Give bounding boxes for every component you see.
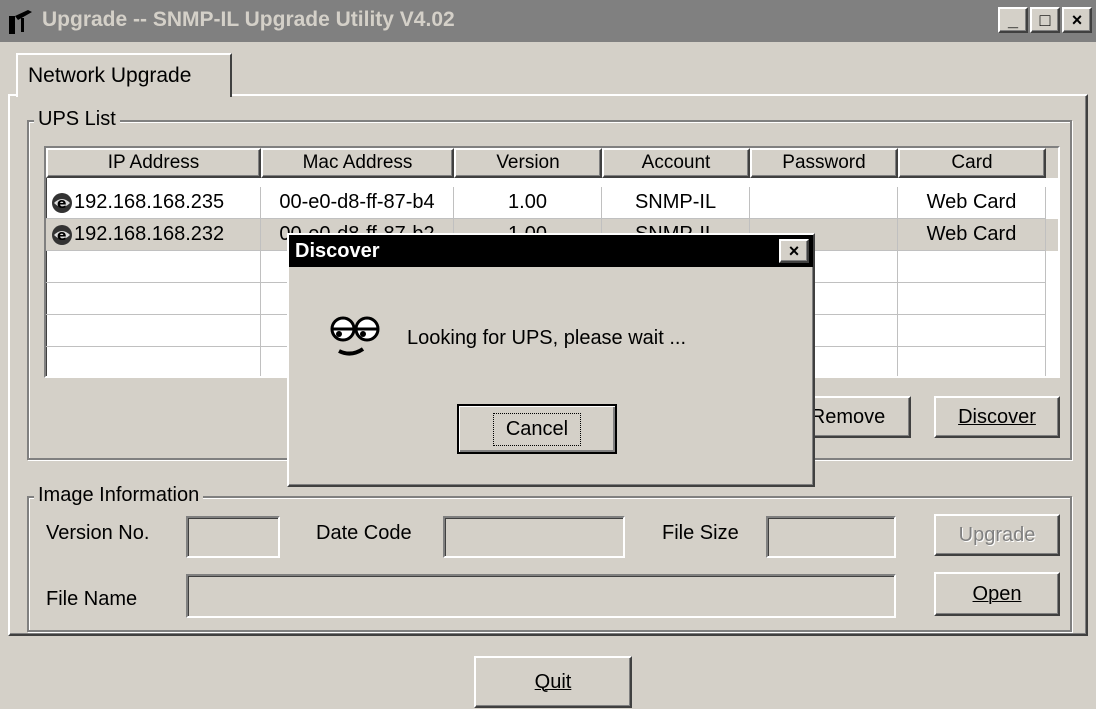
open-button[interactable]: Open	[934, 572, 1060, 616]
column-header-ip[interactable]: IP Address	[46, 148, 261, 178]
title-bar: Upgrade -- SNMP-IL Upgrade Utility V4.02…	[0, 0, 1096, 42]
column-header-password[interactable]: Password	[750, 148, 898, 178]
file-size-field	[766, 516, 896, 558]
cell-card: Web Card	[926, 191, 1017, 213]
cancel-button[interactable]: Cancel	[457, 404, 617, 454]
column-header-mac[interactable]: Mac Address	[261, 148, 454, 178]
quit-button[interactable]: Quit	[474, 656, 632, 708]
dialog-title-bar: Discover ×	[289, 235, 813, 267]
waiting-face-icon	[330, 316, 380, 356]
svg-text:e: e	[57, 196, 67, 212]
maximize-button[interactable]: □	[1030, 7, 1060, 33]
app-icon	[9, 10, 32, 34]
cell-ip: 192.168.168.232	[74, 223, 225, 245]
network-globe-icon: e	[52, 192, 72, 213]
file-name-field	[186, 574, 896, 618]
file-name-label: File Name	[46, 588, 138, 610]
tab-network-upgrade[interactable]: Network Upgrade	[16, 53, 232, 97]
dialog-close-button[interactable]: ×	[779, 239, 809, 263]
cell-account: SNMP-IL	[634, 191, 717, 213]
discover-dialog: Discover × Looking for UPS, please wait …	[287, 233, 815, 487]
file-size-label: File Size	[662, 522, 739, 544]
dialog-message: Looking for UPS, please wait ...	[407, 327, 687, 349]
list-header: IP Address Mac Address Version Account P…	[46, 148, 1058, 178]
cell-version: 1.00	[508, 191, 547, 213]
date-code-label: Date Code	[316, 522, 412, 544]
version-no-label: Version No.	[46, 522, 150, 544]
cell-mac: 00-e0-d8-ff-87-b4	[279, 191, 435, 213]
cell-ip: 192.168.168.235	[74, 191, 225, 213]
network-globe-icon: e	[52, 224, 72, 245]
date-code-field	[443, 516, 625, 558]
image-information-label: Image Information	[34, 484, 204, 507]
column-header-account[interactable]: Account	[602, 148, 750, 178]
dialog-title: Discover	[295, 240, 380, 262]
column-header-version[interactable]: Version	[454, 148, 602, 178]
window-title: Upgrade -- SNMP-IL Upgrade Utility V4.02	[42, 8, 455, 31]
discover-button[interactable]: Discover	[934, 396, 1060, 438]
svg-text:e: e	[57, 228, 67, 244]
close-button[interactable]: ×	[1062, 7, 1092, 33]
tab-label: Network Upgrade	[28, 64, 192, 87]
version-no-field	[186, 516, 280, 558]
upgrade-button[interactable]: Upgrade	[934, 514, 1060, 556]
ups-list-label: UPS List	[34, 108, 120, 131]
column-header-card[interactable]: Card	[898, 148, 1046, 178]
cell-card: Web Card	[926, 223, 1017, 245]
table-row[interactable]: e 192.168.168.235 00-e0-d8-ff-87-b4 1.00…	[46, 187, 1058, 219]
minimize-button[interactable]: _	[998, 7, 1028, 33]
